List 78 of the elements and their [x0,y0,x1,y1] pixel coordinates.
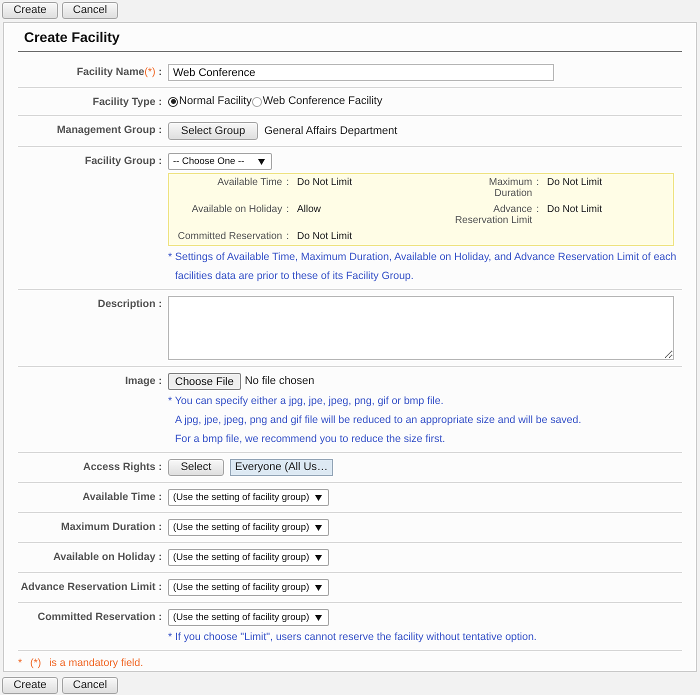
toolbar-button[interactable]: Create [2,2,58,19]
radio-label[interactable]: Web Conference Facility [262,95,382,108]
caret-icon [258,158,265,164]
colon: : [286,177,289,188]
field-label: Image [125,375,156,388]
dropdown[interactable]: (Use the setting of facility group) [168,489,330,506]
colon: : [158,461,162,474]
colon: : [158,491,162,504]
colon: : [158,611,162,624]
dropdown[interactable]: -- Choose One -- [168,153,272,170]
colon: : [286,231,289,242]
colon: : [536,177,539,188]
dropdown[interactable]: (Use the setting of facility group) [168,519,330,536]
toolbar-button[interactable]: Cancel [62,677,118,694]
colon: : [158,155,162,168]
radio-button[interactable] [252,96,262,106]
field-label: Description [98,298,156,311]
setting-value: Do Not Limit [547,204,602,215]
setting-value: Do Not Limit [547,177,602,188]
radio-label[interactable]: Normal Facility [179,95,252,108]
text-field[interactable]: Web Conference [168,64,554,81]
setting-label: Committed Reservation [178,231,282,242]
field-label: Available Time [82,491,156,504]
field-label: Management Group [56,124,156,137]
field-label: Facility Type [92,96,156,109]
hint-text: A jpg, jpe, jpeg, png and gif file will be reduced to an appropriate size and will be saved. [174,413,582,427]
colon: : [536,204,539,215]
colon: : [158,298,162,311]
colon: : [158,521,162,534]
choose-file-button[interactable]: Choose File [168,373,241,390]
page-title: Create Facility [18,27,682,52]
toolbar-button[interactable]: Cancel [62,2,118,19]
setting-label: Maximum Duration [488,177,532,199]
setting-value: Allow [297,204,321,215]
setting-label: Advance Reservation Limit [454,204,532,226]
caret-icon [315,524,322,530]
hint-text: * Settings of Available Time, Maximum Duration, Available on Holiday, and Advance Reservation Limit of each [168,250,676,264]
colon: : [158,581,162,594]
field-label: Advance Reservation Limit [20,581,156,594]
hint-text: * You can specify either a jpg, jpe, jpeg, png, gif or bmp file. [168,394,444,408]
caret-icon [315,554,322,560]
caret-icon [315,494,322,500]
hint-text: facilities data are prior to these of its Facility Group. [174,269,414,283]
toolbar-button[interactable]: Create [2,677,58,694]
required-mark: (*) [30,656,42,671]
mandatory-note: is a mandatory field. [49,656,144,671]
colon: : [158,551,162,564]
field-label: Maximum Duration [60,521,156,534]
colon: : [158,96,162,109]
select-button[interactable]: Select [168,459,224,476]
field-label: Committed Reservation [38,611,156,624]
description-field[interactable] [168,296,674,360]
select-group-button[interactable]: Select Group [168,122,258,140]
setting-value: Do Not Limit [297,231,352,242]
dropdown[interactable]: (Use the setting of facility group) [168,609,330,626]
file-status: No file chosen [244,374,314,390]
setting-value: Do Not Limit [297,177,352,188]
field-label: Available on Holiday [53,551,156,564]
colon: : [158,66,162,79]
group-name: General Affairs Department [264,124,398,139]
colon: : [158,375,162,388]
caret-icon [315,614,322,620]
asterisk: * [18,656,22,671]
caret-icon [315,584,322,590]
colon: : [158,124,162,137]
colon: : [286,204,289,215]
setting-label: Available Time [217,177,282,188]
access-value: Everyone (All Us… [230,459,333,476]
field-label: Facility Name [76,66,144,79]
required-mark: (*) [144,66,156,79]
radio-button[interactable] [168,96,178,106]
field-label: Facility Group [84,155,156,168]
dropdown[interactable]: (Use the setting of facility group) [168,579,330,596]
hint-text: * If you choose "Limit", users cannot reserve the facility without tentative option. [168,630,537,644]
hint-text: For a bmp file, we recommend you to reduce the size first. [174,432,446,446]
field-label: Access Rights [83,461,156,474]
setting-label: Available on Holiday [192,204,282,215]
dropdown[interactable]: (Use the setting of facility group) [168,549,330,566]
